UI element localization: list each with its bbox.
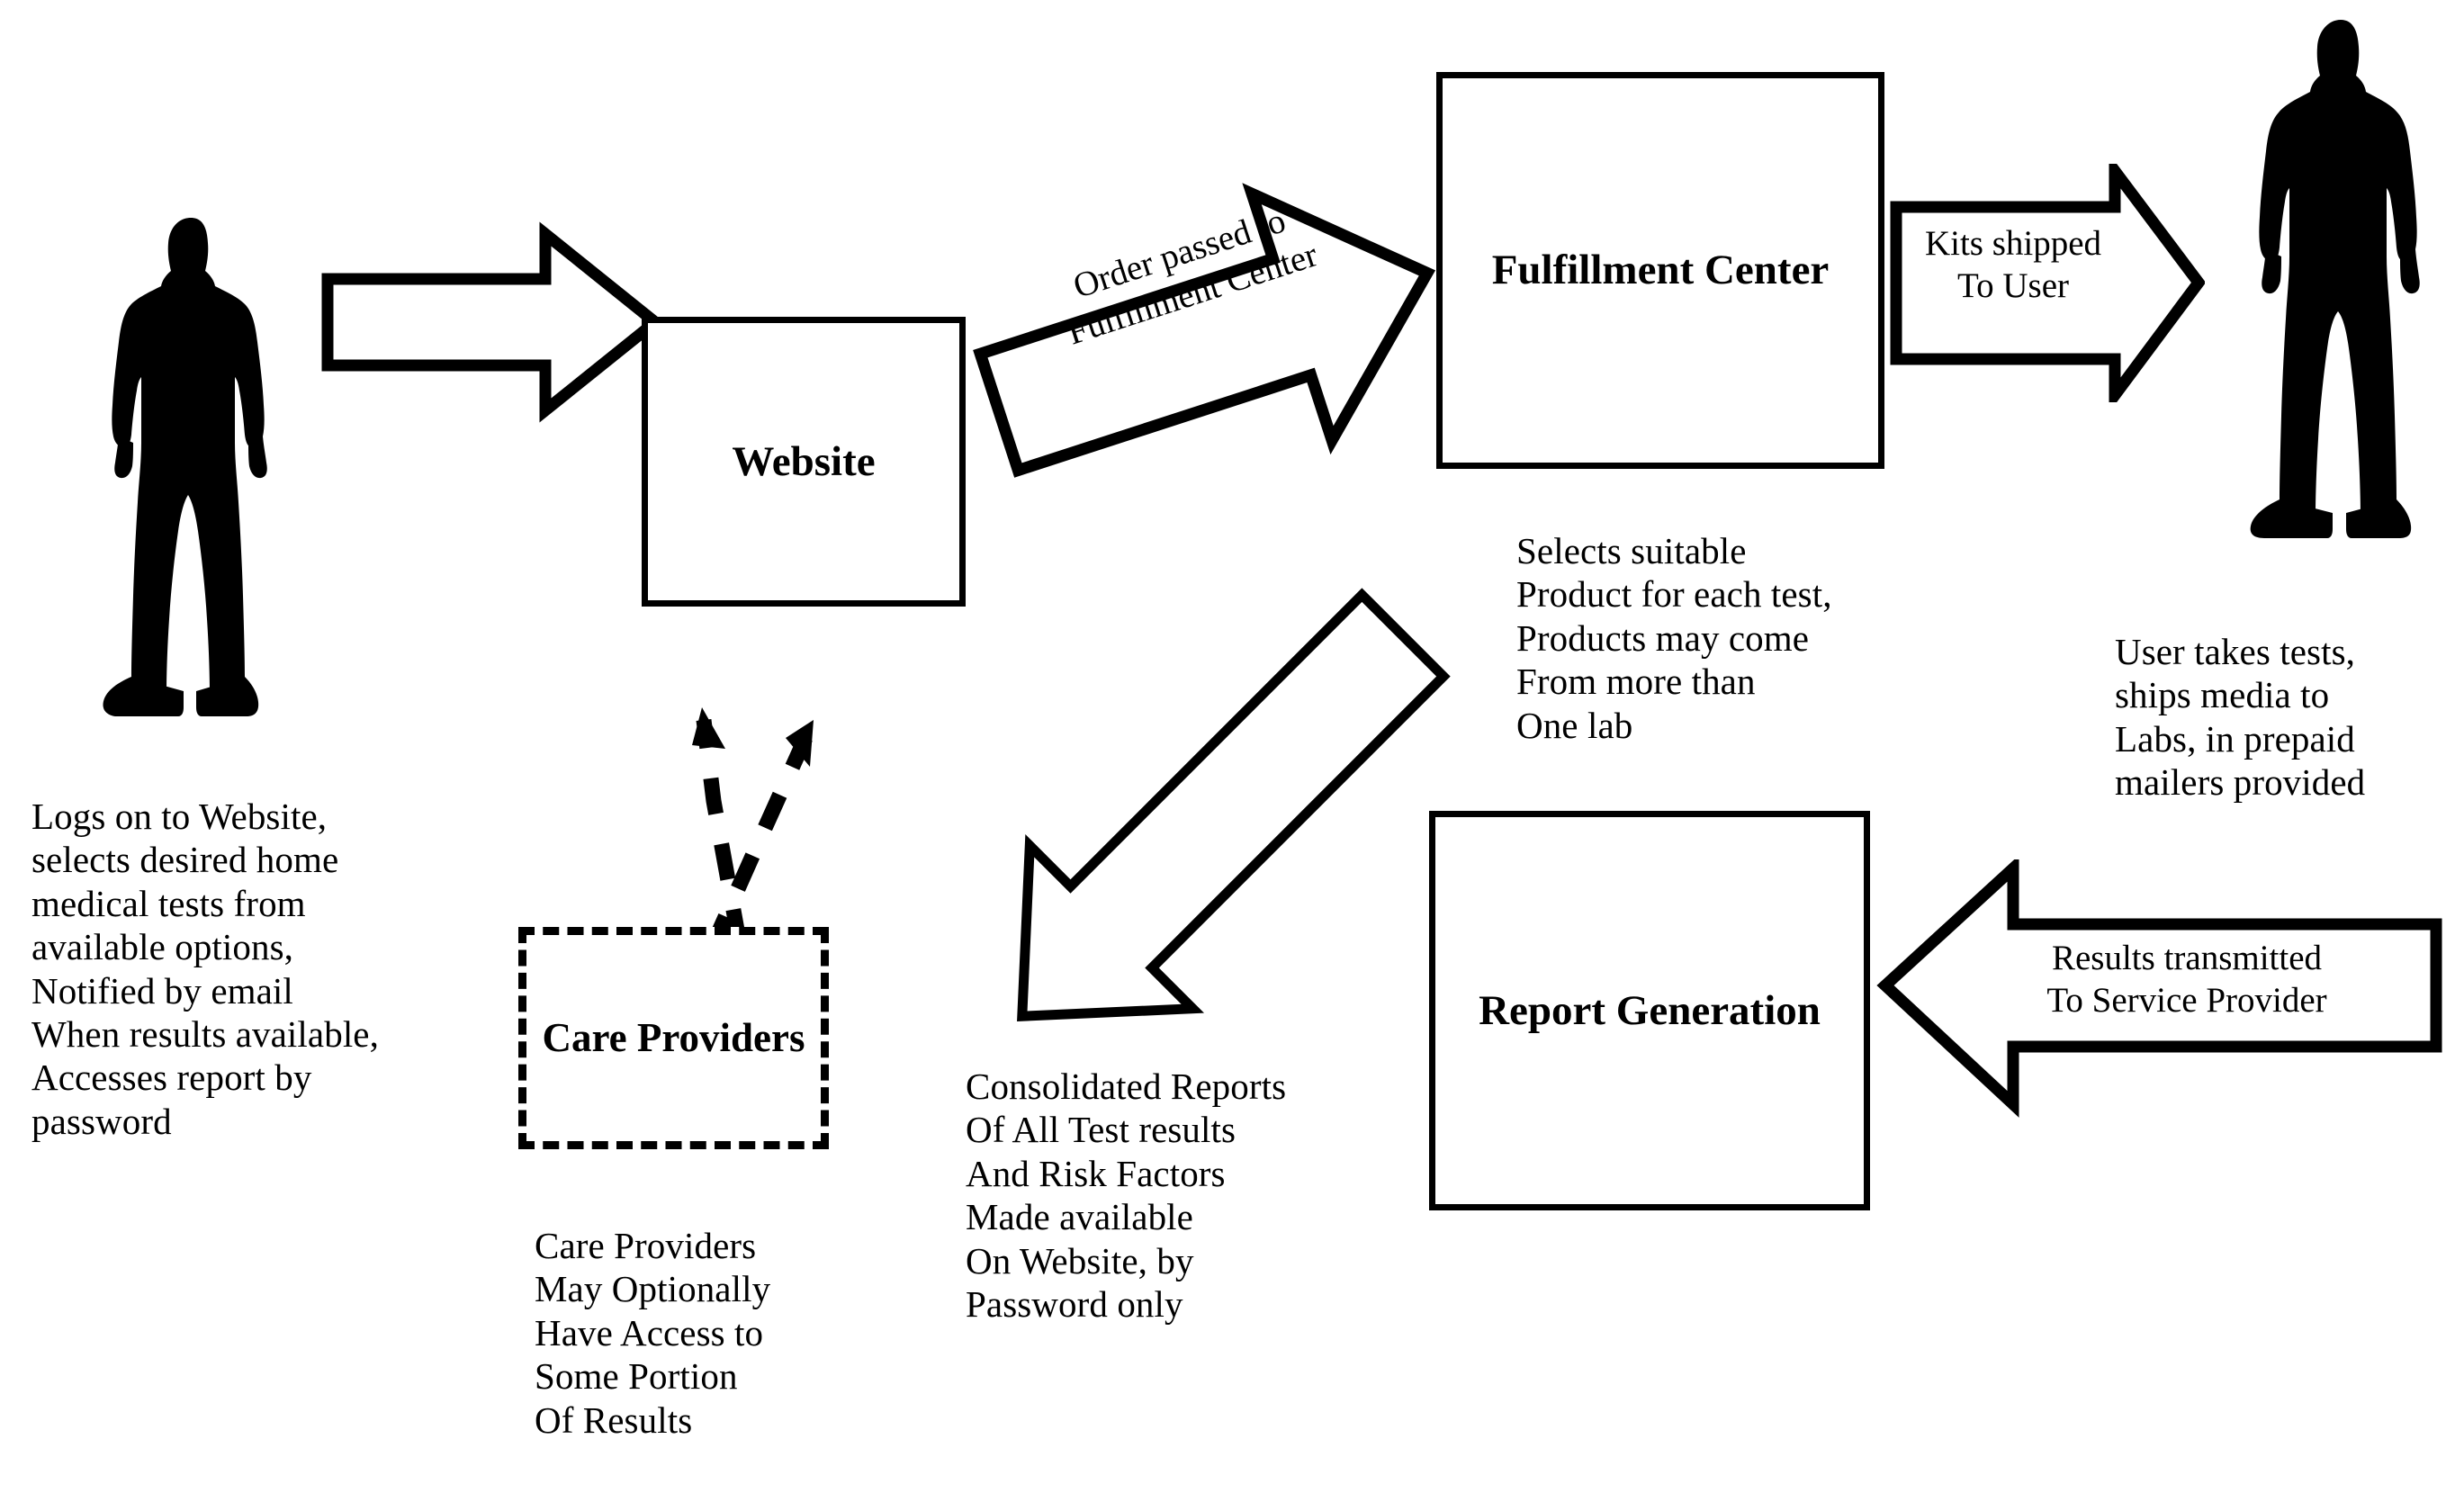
diagram-canvas: Website Order passed to Fulfillment Cent… [0, 0, 2464, 1493]
arrow-kits-to-user-label: Kits shipped To User [1924, 224, 2102, 305]
caption-fulfillment-center: Selects suitable Product for each test, … [1516, 530, 1832, 746]
person-silhouette-icon [101, 214, 281, 724]
node-care-providers[interactable]: Care Providers [518, 927, 829, 1149]
node-website-label: Website [732, 437, 876, 485]
caption-care-providers: Care Providers May Optionally Have Acces… [535, 1225, 771, 1441]
node-fulfillment-center-label: Fulfillment Center [1491, 247, 1830, 294]
person-silhouette-icon [2248, 16, 2433, 541]
caption-user-right: User takes tests, ships media to Labs, i… [2115, 631, 2366, 804]
node-care-providers-label: Care Providers [542, 1015, 805, 1061]
caption-consolidated-reports: Consolidated Reports Of All Test results… [966, 1066, 1287, 1325]
arrow-report-to-website [904, 504, 1534, 1134]
caption-user-left: Logs on to Website, selects desired home… [31, 796, 379, 1142]
arrow-care-to-website-dashed [621, 612, 891, 954]
node-fulfillment-center[interactable]: Fulfillment Center [1436, 72, 1884, 469]
arrow-user-to-website [320, 214, 665, 430]
arrow-results-to-provider-label: Results transmitted To Service Provider [2046, 939, 2327, 1020]
